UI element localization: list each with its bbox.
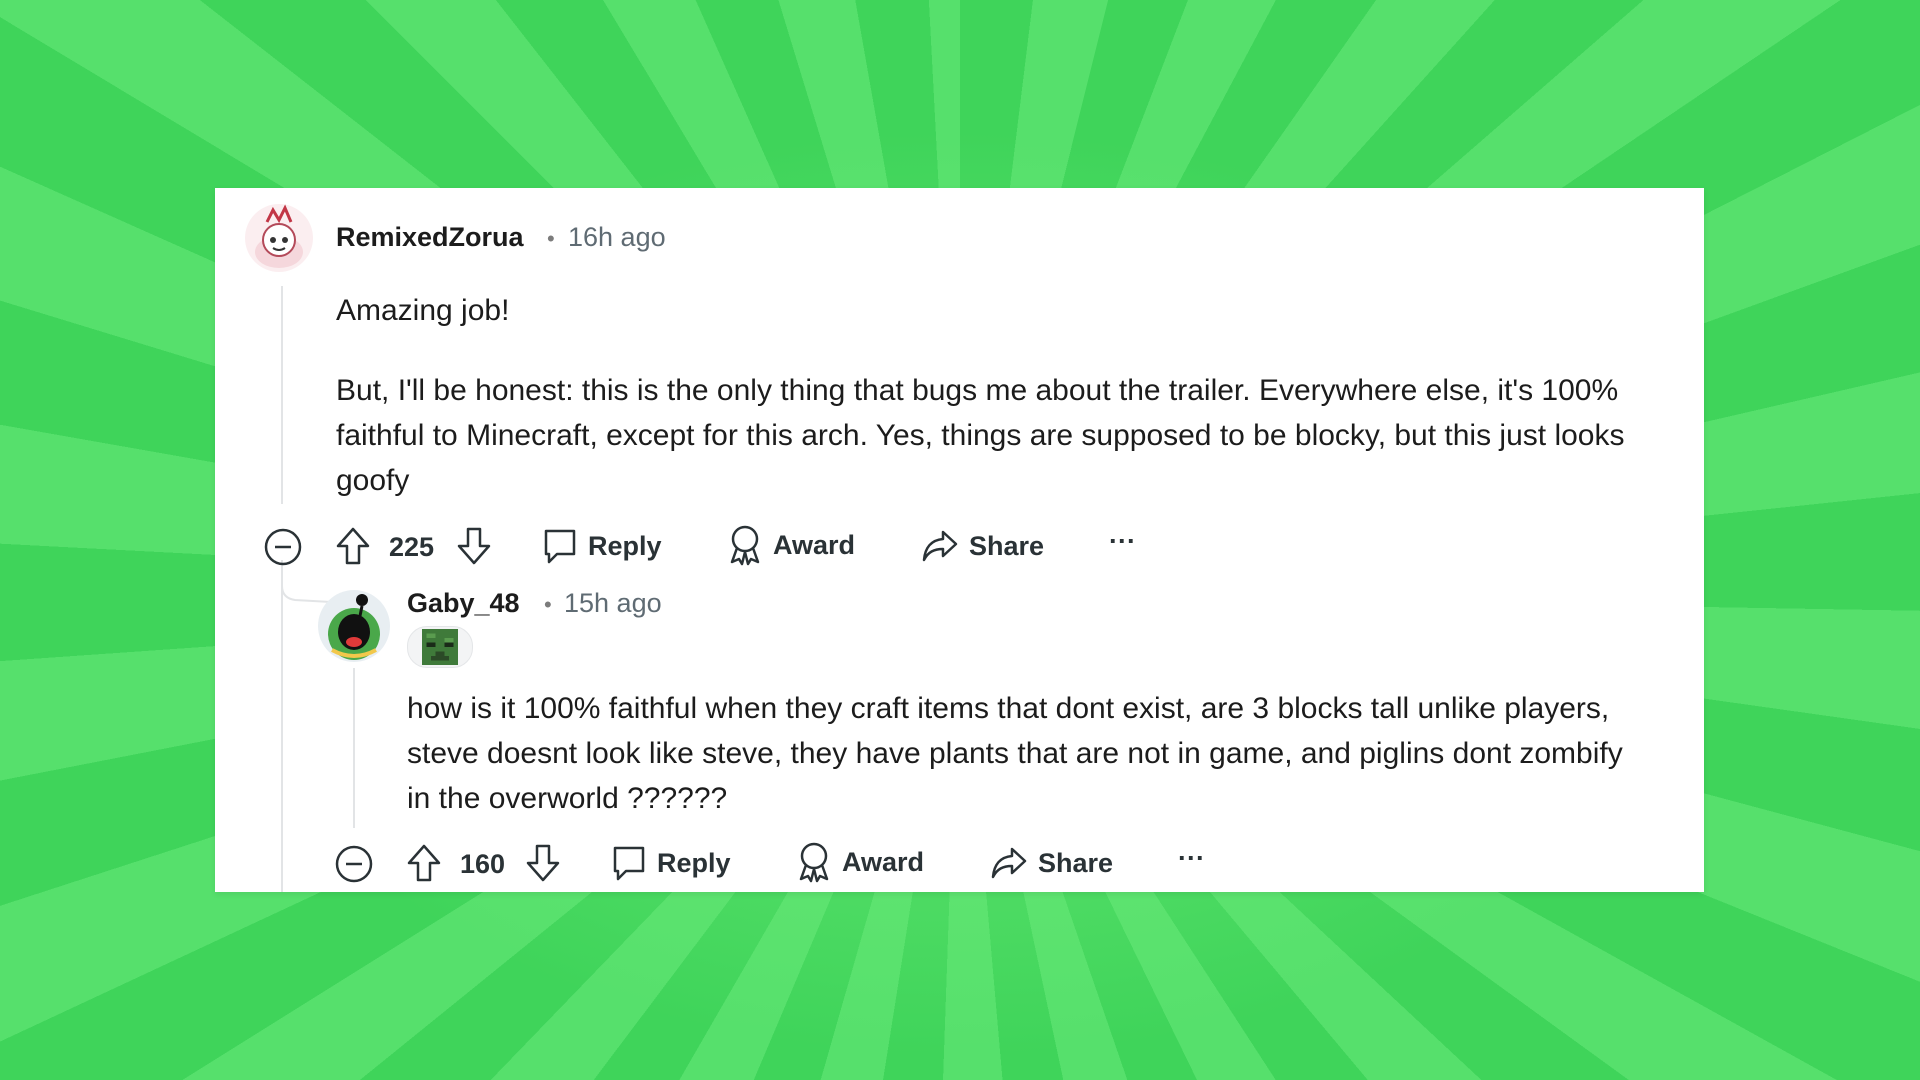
meta-separator: • <box>544 592 552 617</box>
award-icon <box>730 525 760 566</box>
avatar[interactable] <box>245 204 313 272</box>
downvote-button[interactable] <box>525 843 561 883</box>
more-icon: ··· <box>1109 526 1136 556</box>
upvote-button[interactable] <box>335 526 371 566</box>
reply-label: Reply <box>588 530 662 561</box>
reply-label: Reply <box>657 847 731 878</box>
collapse-icon <box>264 528 302 566</box>
upvote-icon <box>407 844 441 882</box>
comment-username[interactable]: RemixedZorua <box>336 222 524 253</box>
comment-icon <box>613 846 645 881</box>
share-label: Share <box>1038 847 1114 878</box>
award-button[interactable]: Award <box>796 841 924 883</box>
vote-count: 225 <box>389 532 435 562</box>
vote-count: 160 <box>460 849 506 879</box>
upvote-button[interactable] <box>406 843 442 883</box>
downvote-icon <box>457 527 491 565</box>
zombie-icon <box>422 629 458 665</box>
comment-paragraph: Amazing job! <box>336 294 510 327</box>
share-icon <box>991 847 1027 879</box>
comment-paragraph: But, I'll be honest: this is the only th… <box>336 374 1625 497</box>
thread-line <box>353 668 355 828</box>
reply-connector <box>281 568 332 603</box>
award-icon <box>799 842 829 883</box>
comment-body: Amazing job! But, I'll be honest: this i… <box>336 288 1676 503</box>
collapse-icon <box>335 845 373 883</box>
downvote-button[interactable] <box>456 526 492 566</box>
award-label: Award <box>773 529 856 560</box>
share-icon <box>922 530 958 562</box>
collapse-button[interactable] <box>335 845 373 883</box>
collapse-button[interactable] <box>264 528 302 566</box>
comment-card: RemixedZorua • 16h ago Amazing job! But,… <box>215 188 1704 892</box>
more-options-button[interactable]: ··· <box>1109 526 1136 557</box>
share-button[interactable]: Share <box>990 845 1113 881</box>
comment-paragraph: how is it 100% faithful when they craft … <box>407 692 1623 815</box>
avatar[interactable] <box>318 590 390 662</box>
comment-username[interactable]: Gaby_48 <box>407 588 520 619</box>
meta-separator: • <box>547 226 555 251</box>
thread-line <box>281 560 283 892</box>
downvote-icon <box>526 844 560 882</box>
user-flair-badge <box>407 626 473 668</box>
thread-line <box>281 286 283 504</box>
comment-timestamp[interactable]: 15h ago <box>564 588 662 619</box>
share-button[interactable]: Share <box>921 528 1044 564</box>
comment-timestamp[interactable]: 16h ago <box>568 222 666 253</box>
award-button[interactable]: Award <box>727 524 855 566</box>
reply-button[interactable]: Reply <box>542 527 662 565</box>
upvote-icon <box>336 527 370 565</box>
share-label: Share <box>969 530 1045 561</box>
comment-body: how is it 100% faithful when they craft … <box>407 686 1627 821</box>
comment-icon <box>544 529 576 564</box>
more-options-button[interactable]: ··· <box>1178 843 1205 874</box>
award-label: Award <box>842 846 925 877</box>
reply-button[interactable]: Reply <box>611 844 731 882</box>
more-icon: ··· <box>1178 843 1205 873</box>
